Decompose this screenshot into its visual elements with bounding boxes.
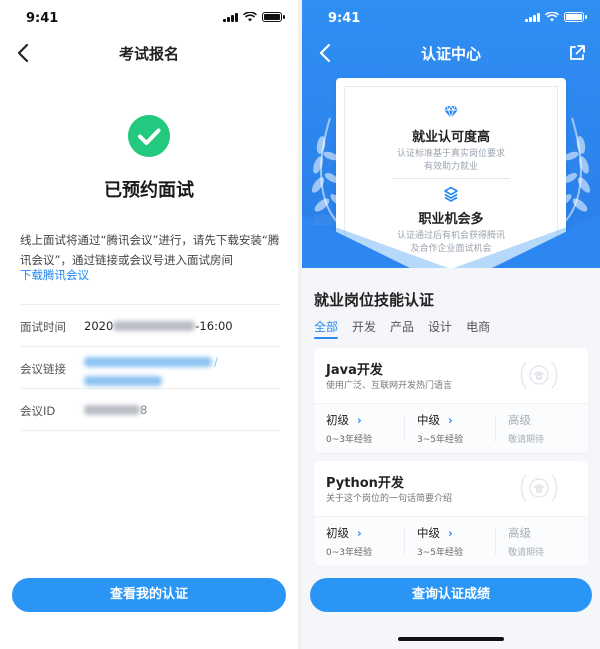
- query-certification-score-button[interactable]: 查询认证成绩: [310, 578, 592, 612]
- chevron-right-icon: ›: [357, 413, 362, 427]
- status-bar: 9:41: [0, 0, 298, 36]
- status-bar: 9:41: [302, 0, 600, 36]
- info-row-link: 会议链接 /: [20, 347, 280, 389]
- course-card-python[interactable]: Python开发 关于这个岗位的一句话简要介绍 初级 › 0~3年经验 中级 › 3…: [314, 461, 588, 566]
- nav-bar: 考试报名: [0, 36, 298, 70]
- feature-divider: [392, 178, 510, 179]
- meeting-id-tail: 8: [140, 403, 148, 417]
- meeting-id-value: 8: [84, 403, 147, 417]
- meeting-link-value[interactable]: /: [84, 355, 218, 387]
- status-time: 9:41: [26, 11, 59, 26]
- signal-icon: [223, 12, 238, 22]
- battery-icon: [564, 12, 587, 22]
- course-name: Java开发: [326, 363, 383, 378]
- level-intermediate[interactable]: 中级 › 3~5年经验: [405, 404, 496, 454]
- feature-desc-line-2: 有效助力就业: [423, 162, 478, 172]
- category-tabs: 全部 开发 产品 设计 电商: [314, 318, 490, 339]
- level-senior: 高级 敬请期待: [496, 404, 587, 454]
- redacted-link-line-2: [84, 375, 162, 386]
- meeting-link-tail: /: [214, 355, 218, 369]
- certificate-badge-icon: [520, 474, 558, 502]
- section-title: 就业岗位技能认证: [314, 291, 435, 309]
- level-experience: 敬请期待: [508, 548, 545, 558]
- view-my-certification-button[interactable]: 查看我的认证: [12, 578, 286, 612]
- chevron-right-icon: ›: [357, 526, 362, 540]
- signal-icon: [525, 12, 540, 22]
- nav-bar: 认证中心: [302, 36, 600, 70]
- feature-employment: 就业认可度高 认证标准基于真实岗位要求 有效助力就业: [336, 104, 566, 174]
- layers-icon: [444, 186, 458, 202]
- page-title: 考试报名: [118, 45, 179, 63]
- level-experience: 0~3年经验: [326, 548, 372, 558]
- level-senior: 高级 敬请期待: [496, 517, 587, 567]
- wifi-icon: [243, 12, 257, 22]
- course-levels: 初级 › 0~3年经验 中级 › 3~5年经验 高级 敬请期待: [314, 403, 588, 453]
- chevron-right-icon: ›: [448, 413, 453, 427]
- level-name: 初级: [326, 413, 349, 427]
- envelope-flap: [302, 215, 600, 268]
- tab-ecommerce[interactable]: 电商: [466, 318, 490, 339]
- level-experience: 0~3年经验: [326, 435, 372, 445]
- level-name: 初级: [326, 526, 349, 540]
- level-junior[interactable]: 初级 › 0~3年经验: [314, 404, 405, 454]
- info-row-time: 面试时间 2020 -16:00: [20, 305, 280, 347]
- success-title: 已预约面试: [104, 180, 194, 201]
- course-levels: 初级 › 0~3年经验 中级 › 3~5年经验 高级 敬请期待: [314, 516, 588, 566]
- feature-title: 就业认可度高: [411, 130, 490, 145]
- certificate-badge-icon: [520, 361, 558, 389]
- diamond-icon: [444, 105, 458, 120]
- interview-time-label: 面试时间: [20, 320, 66, 334]
- meeting-notice: 线上面试将通过“腾讯会议”进行，请先下载安装“腾讯会议”，通过链接或会议号进入面…: [20, 233, 280, 267]
- level-name: 高级: [508, 413, 531, 427]
- download-tencent-meeting-link[interactable]: 下载腾讯会议: [20, 267, 89, 283]
- level-experience: 3~5年经验: [417, 435, 463, 445]
- hero-banner: 9:41 认证中心 就业认可度高 认证标准基于真实岗位要求 有效助力就业 职业机…: [302, 0, 600, 268]
- status-icons: [525, 12, 587, 22]
- home-indicator: [398, 637, 504, 641]
- tab-development[interactable]: 开发: [352, 318, 376, 339]
- level-intermediate[interactable]: 中级 › 3~5年经验: [405, 517, 496, 567]
- level-name: 高级: [508, 526, 531, 540]
- feature-desc-line-1: 认证标准基于真实岗位要求: [396, 149, 505, 159]
- course-card-java[interactable]: Java开发 使用广泛、互联网开发热门语言 初级 › 0~3年经验 中级 › 3~5…: [314, 348, 588, 453]
- tab-all[interactable]: 全部: [314, 318, 339, 339]
- level-experience: 敬请期待: [508, 435, 545, 445]
- battery-icon: [262, 12, 285, 22]
- level-experience: 3~5年经验: [417, 548, 463, 558]
- level-name: 中级: [417, 526, 440, 540]
- course-desc: 使用广泛、互联网开发热门语言: [326, 381, 453, 391]
- chevron-right-icon: ›: [448, 526, 453, 540]
- course-desc: 关于这个岗位的一句话简要介绍: [326, 494, 453, 504]
- course-name: Python开发: [326, 476, 404, 491]
- wifi-icon: [545, 12, 559, 22]
- exam-signup-screen: 9:41 考试报名 已预约面试 线上面试将通过“腾讯会议”进行，请先下载安装“腾…: [0, 0, 298, 649]
- redacted-time: [113, 321, 196, 331]
- page-title: 认证中心: [420, 45, 481, 63]
- share-icon[interactable]: [568, 44, 586, 62]
- meeting-link-label: 会议链接: [20, 362, 66, 376]
- status-icons: [223, 12, 285, 22]
- tab-product[interactable]: 产品: [390, 318, 414, 339]
- interview-info-table: 面试时间 2020 -16:00 会议链接 / 会议ID 8: [20, 304, 280, 431]
- redacted-id: [84, 405, 140, 415]
- certification-center-screen: 9:41 认证中心 就业认可度高 认证标准基于真实岗位要求 有效助力就业 职业机…: [302, 0, 600, 649]
- interview-time-prefix: 2020: [84, 319, 114, 333]
- level-junior[interactable]: 初级 › 0~3年经验: [314, 517, 405, 567]
- redacted-link-line-1: [84, 357, 212, 367]
- status-time: 9:41: [328, 11, 361, 26]
- tab-design[interactable]: 设计: [428, 318, 452, 339]
- interview-time-suffix: -16:00: [195, 319, 233, 333]
- meeting-id-label: 会议ID: [20, 404, 56, 418]
- level-name: 中级: [417, 413, 440, 427]
- info-row-id: 会议ID 8: [20, 389, 280, 431]
- interview-time-value: 2020 -16:00: [84, 319, 233, 333]
- success-check-icon: [128, 115, 170, 157]
